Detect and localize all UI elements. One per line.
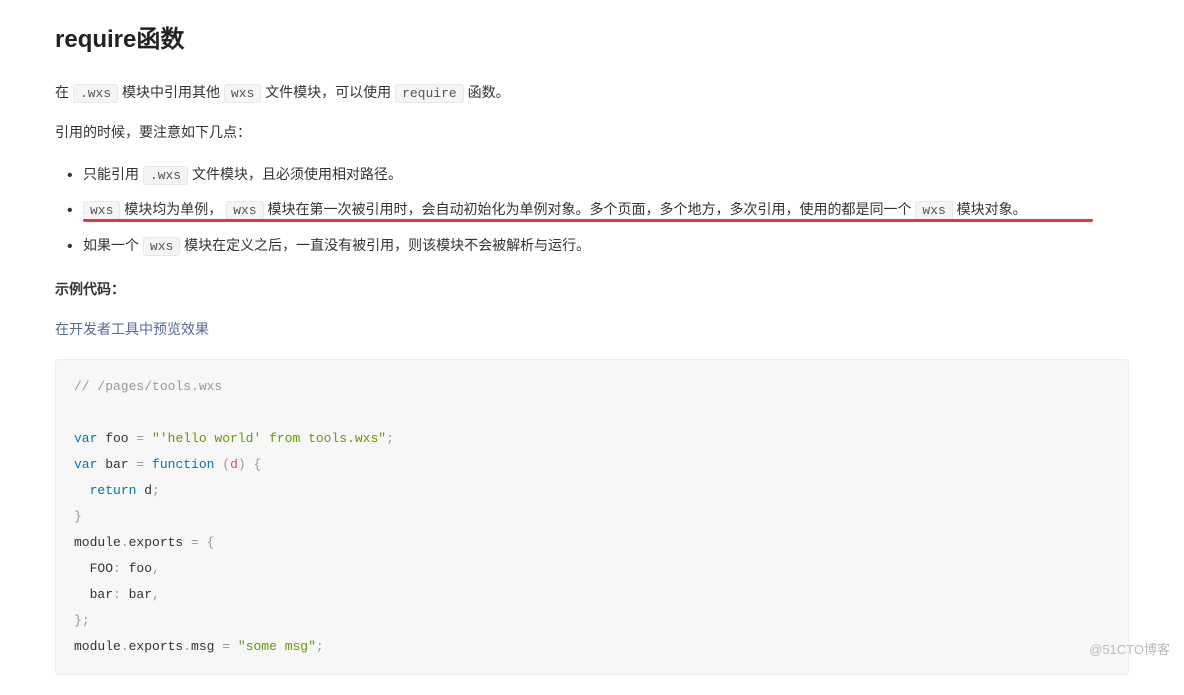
code-wxs: wxs — [143, 237, 180, 256]
code-punct: ; — [82, 613, 90, 628]
intro-text: 模块中引用其他 — [118, 84, 224, 100]
code-punct: } — [74, 509, 82, 524]
code-ident: module — [74, 639, 121, 654]
code-wxs-ext: .wxs — [143, 166, 188, 185]
list-text: 只能引用 — [83, 166, 143, 182]
code-punct: : — [113, 587, 121, 602]
code-space — [199, 535, 207, 550]
code-ident: bar — [121, 587, 152, 602]
code-ident: d — [136, 483, 152, 498]
list-text: 文件模块，且必须使用相对路径。 — [188, 166, 402, 182]
preview-link[interactable]: 在开发者工具中预览效果 — [55, 318, 209, 342]
code-punct: , — [152, 587, 160, 602]
code-wxs: wxs — [915, 201, 952, 220]
code-punct: , — [152, 561, 160, 576]
code-space — [246, 457, 254, 472]
code-space — [144, 431, 152, 446]
section-heading: require函数 — [55, 20, 1129, 61]
code-ident: foo — [121, 561, 152, 576]
code-punct: . — [121, 535, 129, 550]
code-punct: = — [222, 639, 230, 654]
code-ident: bar — [74, 587, 113, 602]
code-ident: foo — [97, 431, 136, 446]
code-punct: { — [254, 457, 262, 472]
code-punct: ( — [222, 457, 230, 472]
list-item: 只能引用 .wxs 文件模块，且必须使用相对路径。 — [83, 161, 1129, 189]
list-text: 模块在定义之后，一直没有被引用，则该模块不会被解析与运行。 — [180, 237, 590, 253]
code-string: "'hello world' from tools.wxs" — [152, 431, 386, 446]
code-ident: bar — [97, 457, 136, 472]
notes-list: 只能引用 .wxs 文件模块，且必须使用相对路径。 wxs 模块均为单例， wx… — [55, 161, 1129, 260]
code-space — [144, 457, 152, 472]
list-text: 模块在第一次被引用时，会自动初始化为单例对象。多个页面，多个地方，多次引用，使用… — [264, 201, 916, 217]
code-keyword: function — [152, 457, 214, 472]
list-item: 如果一个 wxs 模块在定义之后，一直没有被引用，则该模块不会被解析与运行。 — [83, 232, 1129, 260]
list-text: 模块均为单例， — [120, 201, 226, 217]
list-text: 模块对象。 — [953, 201, 1027, 217]
code-punct: ; — [152, 483, 160, 498]
code-string: "some msg" — [238, 639, 316, 654]
code-keyword: return — [90, 483, 137, 498]
code-space — [230, 639, 238, 654]
intro-text: 函数。 — [464, 84, 510, 100]
code-punct: = — [191, 535, 199, 550]
code-punct: : — [113, 561, 121, 576]
code-param: d — [230, 457, 238, 472]
note-intro: 引用的时候，要注意如下几点： — [55, 121, 1129, 145]
code-punct: ; — [316, 639, 324, 654]
code-wxs: wxs — [83, 201, 120, 220]
code-indent — [74, 483, 90, 498]
code-ident: FOO — [74, 561, 113, 576]
list-item-highlighted: wxs 模块均为单例， wxs 模块在第一次被引用时，会自动初始化为单例对象。多… — [83, 196, 1129, 224]
code-punct: } — [74, 613, 82, 628]
code-ident: exports — [129, 639, 184, 654]
code-wxs: wxs — [224, 84, 261, 103]
code-ident: module — [74, 535, 121, 550]
code-block: // /pages/tools.wxs var foo = "'hello wo… — [55, 359, 1129, 675]
code-keyword: var — [74, 431, 97, 446]
code-require: require — [395, 84, 464, 103]
code-punct: ; — [386, 431, 394, 446]
code-punct: . — [183, 639, 191, 654]
intro-text: 文件模块，可以使用 — [261, 84, 395, 100]
intro-text: 在 — [55, 84, 73, 100]
code-ident: exports — [129, 535, 191, 550]
code-wxs: wxs — [226, 201, 263, 220]
intro-paragraph: 在 .wxs 模块中引用其他 wxs 文件模块，可以使用 require 函数。 — [55, 81, 1129, 105]
code-ident: msg — [191, 639, 222, 654]
code-punct: ) — [238, 457, 246, 472]
list-text: 如果一个 — [83, 237, 143, 253]
sample-code-label: 示例代码： — [55, 278, 1129, 302]
code-wxs-ext: .wxs — [73, 84, 118, 103]
code-keyword: var — [74, 457, 97, 472]
code-punct: . — [121, 639, 129, 654]
code-comment: // /pages/tools.wxs — [74, 379, 222, 394]
code-punct: { — [207, 535, 215, 550]
